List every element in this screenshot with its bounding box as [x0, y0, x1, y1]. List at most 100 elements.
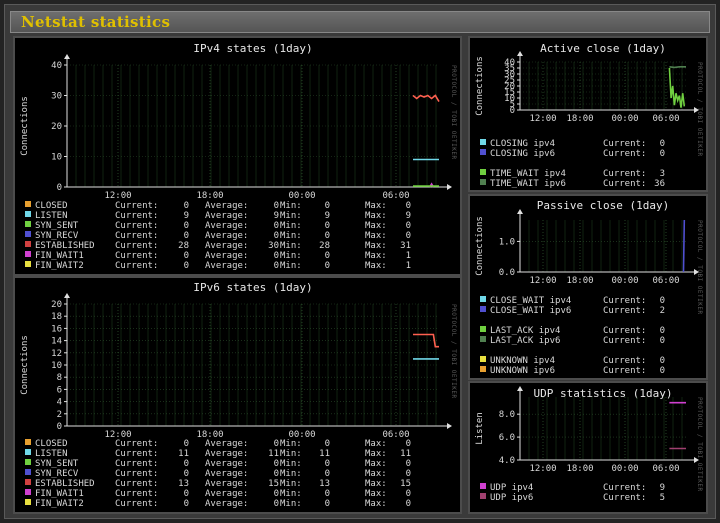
legend-swatch-syn-recv — [25, 469, 31, 475]
legend-stat-value-current: 28 — [178, 241, 189, 251]
legend-stat-label: Current: — [603, 169, 646, 179]
passive-y-axis-label: Connections — [475, 216, 485, 276]
legend-stat-label: Current: — [603, 306, 646, 316]
ipv6-y-axis-arrow — [64, 293, 70, 298]
passive-watermark: PROTOCOL / TOBI OETIKER — [696, 220, 703, 315]
passive-close-panel: Passive close (1day) PROTOCOL / TOBI OETI… — [468, 194, 708, 380]
x-tick-label: 06:00 — [652, 464, 679, 474]
page-title-bar: Netstat statistics — [10, 11, 710, 33]
legend-stat-value-max: 9 — [406, 211, 411, 221]
y-tick-label: 14 — [51, 337, 62, 347]
legend-stat-value-current: 0 — [184, 221, 189, 231]
legend-swatch-closing-ipv4 — [480, 139, 486, 145]
legend-swatch-closed — [25, 439, 31, 445]
legend-stat-label: Max: — [365, 261, 387, 271]
x-tick-label: 18:00 — [196, 191, 223, 201]
passive-chart-title: Passive close (1day) — [537, 199, 669, 212]
legend-stat-label: Current: — [115, 201, 158, 211]
legend-swatch-fin-wait2 — [25, 499, 31, 505]
legend-stat-label: Min: — [280, 241, 302, 251]
y-tick-label: 12 — [51, 349, 62, 359]
ipv6-states-panel: IPv6 states (1day) PROTOCOL / TOBI OETIKE… — [13, 276, 462, 514]
legend-stat-label: Max: — [365, 489, 387, 499]
legend-stat-value-min: 0 — [325, 231, 330, 241]
legend-label-closed: CLOSED — [35, 201, 68, 211]
legend-stat-label: Current: — [115, 241, 158, 251]
legend-stat-label: Current: — [115, 231, 158, 241]
legend-stat-value-current: 0 — [660, 366, 665, 376]
x-tick-label: 18:00 — [566, 276, 593, 286]
legend-stat-value-current: 0 — [184, 499, 189, 509]
legend-stat-value-min: 0 — [325, 439, 330, 449]
legend-stat-label: Current: — [603, 326, 646, 336]
legend-stat-label: Min: — [280, 459, 302, 469]
legend-stat-value-current: 0 — [660, 326, 665, 336]
legend-stat-value-current: 0 — [184, 231, 189, 241]
legend-stat-value-average: 0 — [274, 201, 279, 211]
legend-label-udp-ipv6: UDP ipv6 — [490, 493, 533, 503]
x-tick-label: 00:00 — [611, 276, 638, 286]
active-chart-title: Active close (1day) — [540, 42, 666, 55]
legend-label-fin-wait2: FIN_WAIT2 — [35, 499, 84, 509]
legend-stat-value-current: 2 — [660, 306, 665, 316]
ipv4-grid — [66, 64, 439, 188]
udp-watermark: PROTOCOL / TOBI OETIKER — [696, 397, 703, 492]
ipv6-y-axis-label: Connections — [20, 335, 30, 395]
legend-stat-value-current: 0 — [184, 469, 189, 479]
legend-stat-label: Current: — [603, 366, 646, 376]
legend-stat-value-current: 0 — [184, 261, 189, 271]
legend-label-syn-recv: SYN_RECV — [35, 231, 79, 241]
ipv4-x-axis-arrow — [447, 184, 452, 190]
legend-stat-value-current: 11 — [178, 449, 189, 459]
legend-stat-label: Average: — [205, 231, 248, 241]
legend-label-established: ESTABLISHED — [35, 241, 95, 251]
legend-stat-label: Current: — [603, 179, 646, 189]
legend-swatch-unknown-ipv4 — [480, 356, 486, 362]
legend-stat-label: Max: — [365, 201, 387, 211]
legend-stat-label: Average: — [205, 211, 248, 221]
y-tick-label: 20 — [51, 300, 62, 310]
x-tick-label: 12:00 — [529, 276, 556, 286]
legend-label-close-wait-ipv6: CLOSE_WAIT ipv6 — [490, 306, 571, 316]
ipv6-chart-title: IPv6 states (1day) — [193, 281, 312, 294]
legend-stat-value-average: 0 — [274, 489, 279, 499]
y-tick-label: 20 — [51, 122, 62, 132]
y-tick-label: 40 — [504, 58, 515, 68]
legend-swatch-established — [25, 241, 31, 247]
legend-stat-value-current: 0 — [184, 201, 189, 211]
udp-y-axis-arrow — [517, 386, 523, 391]
legend-stat-label: Current: — [115, 499, 158, 509]
legend-swatch-established — [25, 479, 31, 485]
legend-stat-value-min: 0 — [325, 489, 330, 499]
legend-label-udp-ipv4: UDP ipv4 — [490, 483, 533, 493]
legend-stat-label: Max: — [365, 439, 387, 449]
legend-stat-label: Current: — [115, 261, 158, 271]
legend-stat-label: Current: — [603, 336, 646, 346]
legend-stat-label: Average: — [205, 469, 248, 479]
udp-grid — [519, 397, 686, 461]
legend-stat-value-current: 36 — [654, 179, 665, 189]
ipv4-states-panel: IPv4 states (1day) PROTOCOL / TOBI OETIKE… — [13, 36, 462, 276]
legend-swatch-udp-ipv4 — [480, 483, 486, 489]
y-tick-label: 8.0 — [499, 410, 515, 420]
legend-stat-label: Min: — [280, 231, 302, 241]
legend-swatch-close-wait-ipv6 — [480, 306, 486, 312]
legend-stat-label: Average: — [205, 499, 248, 509]
legend-stat-value-current: 0 — [184, 489, 189, 499]
legend-stat-label: Min: — [280, 251, 302, 261]
passive-y-axis-arrow — [517, 209, 523, 214]
legend-stat-value-min: 9 — [325, 211, 330, 221]
legend-stat-label: Max: — [365, 231, 387, 241]
legend-stat-label: Current: — [115, 459, 158, 469]
legend-stat-label: Average: — [205, 449, 248, 459]
active-y-axis-arrow — [517, 51, 523, 56]
legend-swatch-fin-wait1 — [25, 251, 31, 257]
legend-swatch-time-wait-ipv6 — [480, 179, 486, 185]
legend-stat-value-min: 28 — [319, 241, 330, 251]
legend-stat-label: Average: — [205, 489, 248, 499]
ipv6-watermark: PROTOCOL / TOBI OETIKER — [450, 304, 457, 399]
legend-stat-label: Current: — [603, 139, 646, 149]
y-tick-label: 30 — [51, 92, 62, 102]
legend-stat-label: Average: — [205, 439, 248, 449]
legend-swatch-udp-ipv6 — [480, 493, 486, 499]
